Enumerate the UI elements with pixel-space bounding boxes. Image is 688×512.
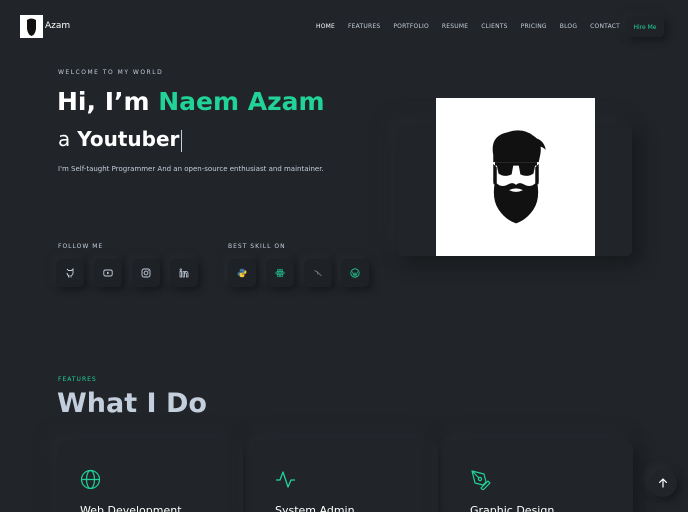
feature-card-title: Web Development xyxy=(80,504,182,512)
github-link[interactable] xyxy=(56,259,84,287)
python-icon xyxy=(237,268,247,278)
arrow-up-icon xyxy=(659,478,667,488)
react-icon xyxy=(275,268,285,278)
header: Azam HOME FEATURES PORTFOLIO RESUME CLIE… xyxy=(0,0,688,55)
role-prefix: a xyxy=(58,127,71,151)
hire-me-button[interactable]: Hire Me xyxy=(626,17,664,37)
nav-features[interactable]: FEATURES xyxy=(348,23,380,30)
bearded-man-illustration-icon xyxy=(492,130,546,224)
linkedin-link[interactable] xyxy=(170,259,198,287)
pen-tool-icon xyxy=(471,470,491,490)
nav-portfolio[interactable]: PORTFOLIO xyxy=(393,23,429,30)
profile-photo xyxy=(436,98,595,256)
logo[interactable] xyxy=(20,15,43,38)
hero-heading: Hi, I’m Naem Azam xyxy=(57,87,325,116)
nav-pricing[interactable]: PRICING xyxy=(521,23,547,30)
youtube-link[interactable] xyxy=(94,259,122,287)
hero-role: a Youtuber xyxy=(58,127,183,152)
feature-card-web-development[interactable]: Web Development xyxy=(58,440,243,512)
role-text: Youtuber xyxy=(77,127,180,151)
feature-card-title: System Admin xyxy=(275,504,355,512)
main-nav: HOME FEATURES PORTFOLIO RESUME CLIENTS P… xyxy=(316,23,633,30)
youtube-icon xyxy=(103,269,113,277)
nav-resume[interactable]: RESUME xyxy=(442,23,468,30)
follow-me-title: FOLLOW ME xyxy=(58,243,104,250)
feature-card-title: Graphic Design xyxy=(470,504,555,512)
laravel-icon xyxy=(314,270,322,277)
wordpress-skill[interactable] xyxy=(341,259,369,287)
activity-icon xyxy=(276,471,295,488)
nav-clients[interactable]: CLIENTS xyxy=(481,23,507,30)
nav-blog[interactable]: BLOG xyxy=(560,23,577,30)
typing-cursor xyxy=(181,129,183,152)
welcome-text: WELCOME TO MY WORLD xyxy=(58,69,164,76)
hero-name: Naem Azam xyxy=(158,87,325,116)
best-skill-title: BEST SKILL ON xyxy=(228,243,286,250)
brand-name[interactable]: Azam xyxy=(45,21,70,31)
feature-card-system-admin[interactable]: System Admin xyxy=(253,440,438,512)
python-skill[interactable] xyxy=(228,259,256,287)
globe-icon xyxy=(80,469,101,490)
greeting: Hi, I’m xyxy=(57,87,159,116)
feature-card-graphic-design[interactable]: Graphic Design xyxy=(448,440,633,512)
github-icon xyxy=(66,268,74,278)
back-to-top-button[interactable] xyxy=(649,469,677,497)
linkedin-icon xyxy=(179,268,189,278)
features-label: FEATURES xyxy=(58,376,97,383)
instagram-link[interactable] xyxy=(132,259,160,287)
nav-contact[interactable]: CONTACT xyxy=(590,23,620,30)
features-title: What I Do xyxy=(57,388,207,419)
nav-home[interactable]: HOME xyxy=(316,23,335,30)
instagram-icon xyxy=(141,268,151,278)
wordpress-icon xyxy=(350,268,360,278)
react-skill[interactable] xyxy=(266,259,294,287)
laravel-skill[interactable] xyxy=(304,259,332,287)
bearded-man-logo-icon xyxy=(27,18,36,36)
hero-description: I'm Self-taught Programmer And an open-s… xyxy=(58,165,324,173)
